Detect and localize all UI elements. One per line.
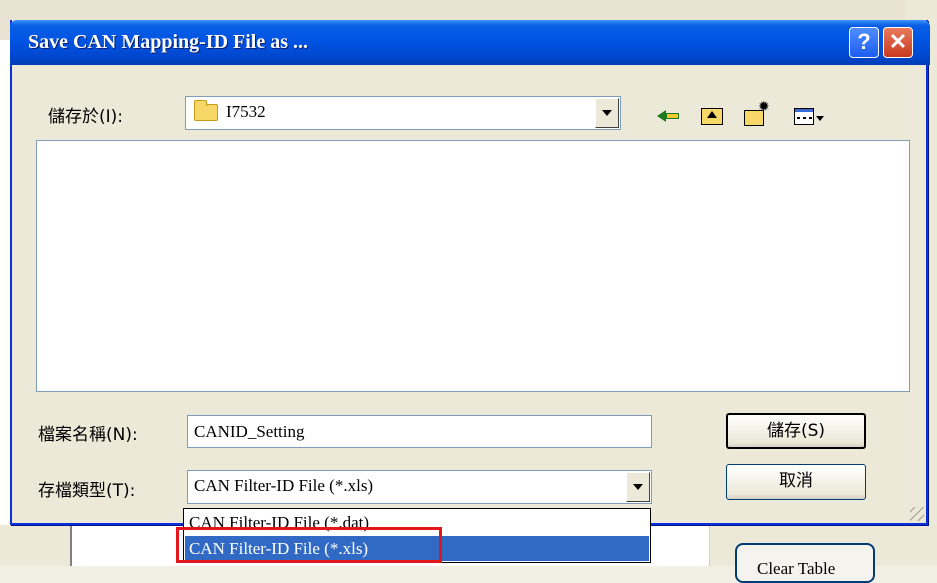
new-folder-icon[interactable] bbox=[744, 98, 770, 128]
cancel-button[interactable]: 取消 bbox=[726, 464, 866, 500]
save-dialog: Save CAN Mapping-ID File as ... ? ✕ 儲存於(… bbox=[10, 20, 930, 525]
view-menu-icon[interactable] bbox=[794, 102, 824, 128]
file-name-label: 檔案名稱(N): bbox=[38, 425, 138, 445]
back-icon[interactable] bbox=[657, 102, 683, 128]
annotation-highlight-box bbox=[176, 527, 442, 563]
folder-icon bbox=[194, 100, 218, 121]
chevron-down-icon[interactable] bbox=[626, 472, 650, 502]
resize-grip-icon[interactable] bbox=[910, 507, 924, 521]
dialog-title: Save CAN Mapping-ID File as ... bbox=[28, 31, 309, 53]
file-list[interactable] bbox=[36, 140, 910, 392]
file-name-value: CANID_Setting bbox=[194, 422, 305, 441]
close-button[interactable]: ✕ bbox=[883, 27, 913, 58]
file-type-label: 存檔類型(T): bbox=[38, 481, 136, 501]
save-button[interactable]: 儲存(S) bbox=[726, 413, 866, 449]
file-type-dropdown[interactable]: CAN Filter-ID File (*.xls) bbox=[187, 470, 652, 504]
file-name-input[interactable]: CANID_Setting bbox=[187, 415, 652, 448]
help-button[interactable]: ? bbox=[849, 27, 879, 58]
chevron-down-icon[interactable] bbox=[595, 98, 619, 128]
file-type-value: CAN Filter-ID File (*.xls) bbox=[194, 476, 374, 495]
save-in-value: I7532 bbox=[226, 102, 266, 121]
up-folder-icon[interactable] bbox=[699, 102, 725, 128]
title-bar[interactable]: Save CAN Mapping-ID File as ... ? ✕ bbox=[10, 20, 930, 65]
save-in-dropdown[interactable]: I7532 bbox=[185, 96, 621, 130]
save-in-label: 儲存於(I): bbox=[48, 107, 124, 127]
background-clear-table-button[interactable]: Clear Table bbox=[735, 543, 875, 583]
